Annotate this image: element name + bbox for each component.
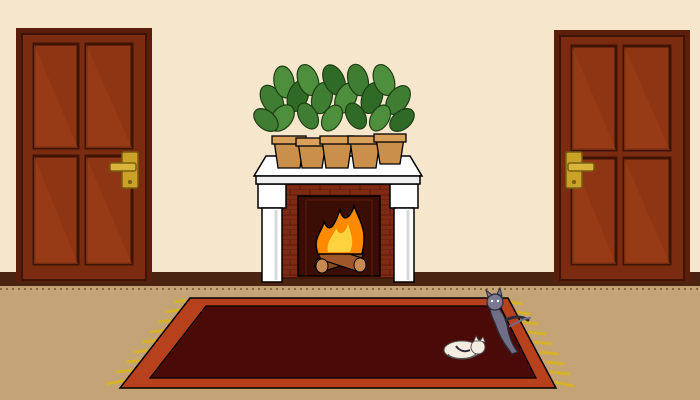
- escape-room-scene: [0, 0, 700, 400]
- plant-pot-5[interactable]: [373, 133, 407, 165]
- fireplace[interactable]: [252, 155, 424, 283]
- door-right[interactable]: [554, 30, 690, 282]
- mantel-pillar-left: [257, 183, 287, 283]
- scene-canvas: [0, 0, 700, 400]
- mantel-pillar-right: [389, 183, 419, 283]
- door-left[interactable]: [16, 28, 152, 282]
